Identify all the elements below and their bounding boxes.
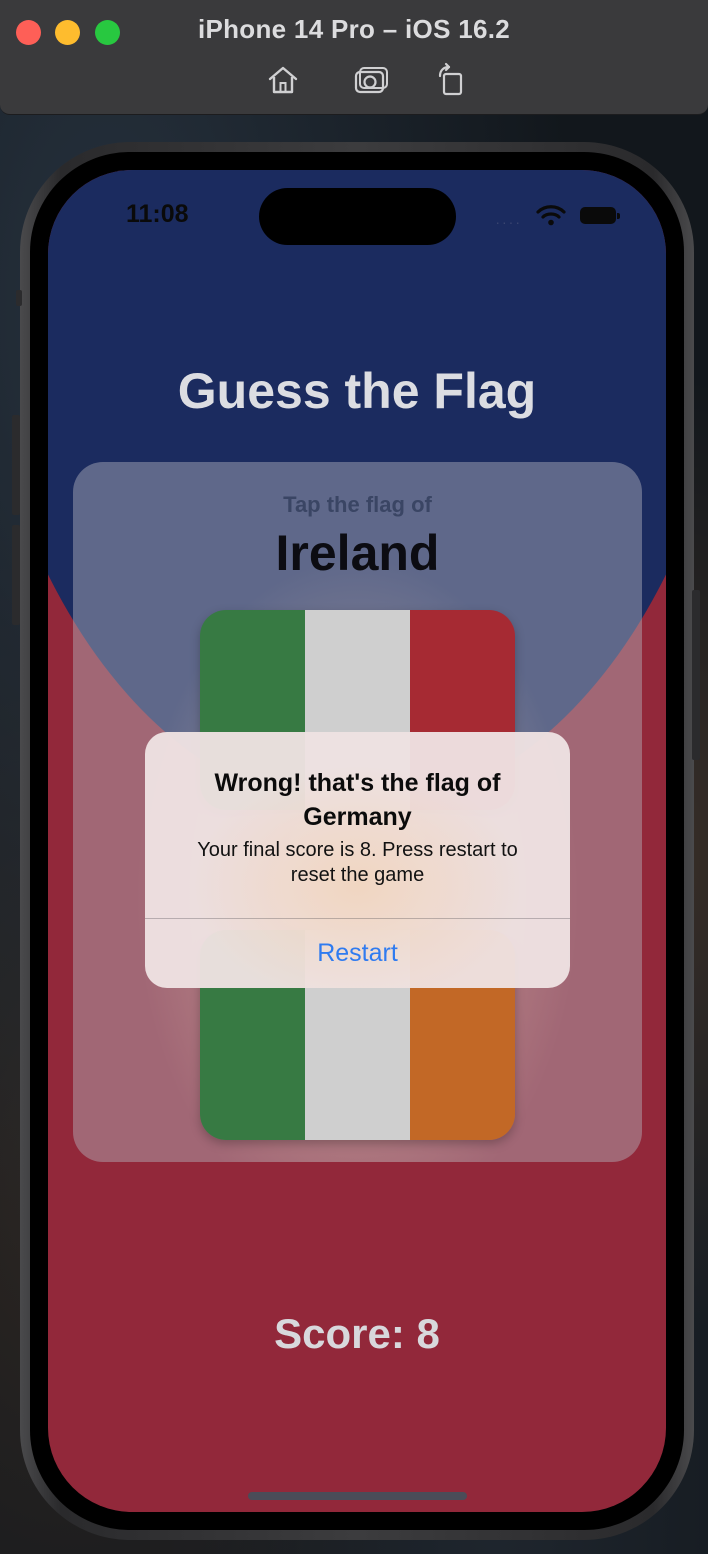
status-icons: ····	[418, 204, 620, 230]
restart-button[interactable]: Restart	[145, 919, 570, 988]
score-label: Score: 8	[274, 1310, 440, 1357]
phone-screen: 11:08 ···· Guess the Flag Tap the flag o…	[48, 170, 666, 1512]
home-button[interactable]	[265, 62, 301, 98]
wifi-icon	[536, 205, 566, 226]
app-title: Guess the Flag	[177, 363, 537, 419]
alert-title: Wrong! that's the flag of Germany	[214, 769, 501, 831]
home-indicator[interactable]	[248, 1492, 467, 1500]
silent-switch	[16, 290, 22, 306]
rotate-icon	[438, 62, 463, 96]
power-button	[692, 590, 700, 760]
volume-down-button	[12, 525, 20, 625]
battery-icon	[580, 207, 620, 224]
result-alert: Wrong! that's the flag of Germany Your f…	[145, 732, 570, 988]
screenshot-icon	[354, 67, 388, 94]
rotate-button[interactable]	[433, 62, 469, 98]
alert-message: Your final score is 8. Press restart to …	[197, 839, 518, 886]
home-icon	[268, 66, 298, 94]
screenshot-button[interactable]	[353, 62, 389, 98]
country-name: Ireland	[275, 525, 440, 581]
volume-up-button	[12, 415, 20, 515]
status-time: 11:08	[126, 200, 189, 228]
window-title: iPhone 14 Pro – iOS 16.2	[197, 14, 511, 44]
simulator-titlebar: iPhone 14 Pro – iOS 16.2	[0, 0, 708, 115]
prompt-label: Tap the flag of	[283, 492, 432, 517]
signal-icon: ····	[495, 214, 522, 230]
